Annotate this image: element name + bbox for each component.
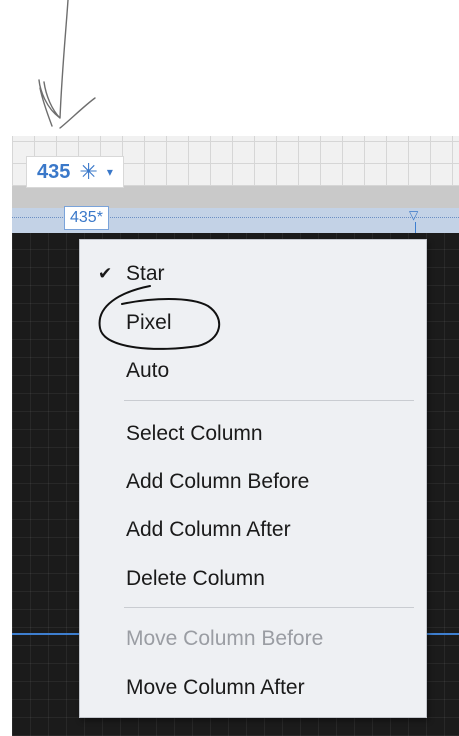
hand-drawn-arrow xyxy=(38,0,96,129)
left-margin xyxy=(0,136,12,736)
menu-item-auto[interactable]: Auto xyxy=(80,351,426,391)
menu-item-star[interactable]: ✔ Star xyxy=(80,254,426,294)
menu-item-label: Delete Column xyxy=(126,567,265,590)
menu-item-label: Select Column xyxy=(126,422,263,445)
column-context-menu: ✔ Star Pixel Auto Select Column Add Colu… xyxy=(79,239,427,718)
menu-item-label: Add Column Before xyxy=(126,470,310,493)
chevron-down-icon[interactable]: ▾ xyxy=(107,165,113,179)
column-size-value: 435 xyxy=(37,160,71,183)
menu-item-add-column-after[interactable]: Add Column After xyxy=(80,510,426,550)
menu-item-select-column[interactable]: Select Column xyxy=(80,414,426,454)
menu-item-label: Move Column Before xyxy=(126,627,324,650)
menu-item-label: Pixel xyxy=(126,311,172,334)
column-marker-icon[interactable]: ▽ xyxy=(409,208,418,222)
menu-item-label: Move Column After xyxy=(126,676,305,699)
column-size-button[interactable]: 435 ✳ ▾ xyxy=(26,156,124,188)
menu-item-pixel[interactable]: Pixel xyxy=(80,303,426,343)
menu-item-label: Star xyxy=(126,262,165,285)
menu-separator xyxy=(124,607,414,608)
column-width-label[interactable]: 435* xyxy=(64,206,109,230)
menu-item-move-column-before: Move Column Before xyxy=(80,619,426,659)
menu-item-delete-column[interactable]: Delete Column xyxy=(80,559,426,599)
menu-item-label: Auto xyxy=(126,359,170,382)
checkmark-icon: ✔ xyxy=(98,264,113,283)
star-sizing-icon: ✳ xyxy=(79,159,98,184)
menu-item-move-column-after[interactable]: Move Column After xyxy=(80,668,426,708)
menu-separator xyxy=(124,400,414,401)
menu-item-add-column-before[interactable]: Add Column Before xyxy=(80,462,426,502)
menu-item-label: Add Column After xyxy=(126,518,291,541)
